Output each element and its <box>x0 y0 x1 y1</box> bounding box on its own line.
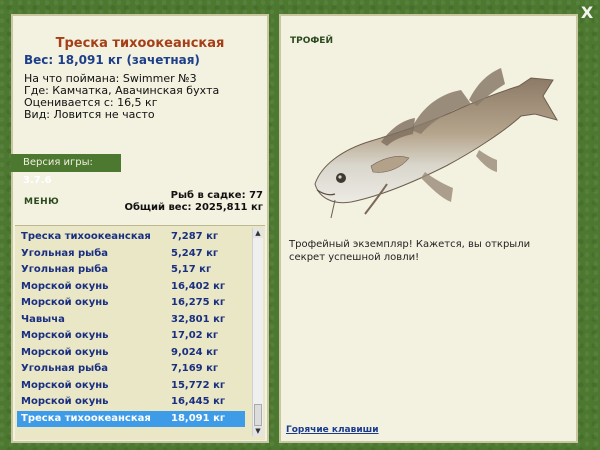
menu-button[interactable]: МЕНЮ <box>24 197 59 207</box>
catch-weight: 5,17 кг <box>171 264 212 275</box>
catch-weight: 15,772 кг <box>171 379 226 391</box>
catch-list-item[interactable]: Угольная рыба 5,247 кг <box>17 246 245 262</box>
catch-weight: 18,091 кг <box>171 412 226 424</box>
version-badge: Версия игры: 3.7.6 <box>11 154 121 186</box>
catch-info-panel: Треска тихоокеанская Вес: 18,091 кг (зач… <box>11 14 269 443</box>
catch-list-item[interactable]: Угольная рыба 5,17 кг <box>17 262 245 278</box>
catch-list[interactable]: Треска тихоокеанская 7,287 кг Угольная р… <box>15 225 265 440</box>
catch-name: Угольная рыба <box>21 264 108 275</box>
fish-weight: Вес: 18,091 кг (зачетная) <box>24 53 200 67</box>
catch-name: Треска тихоокеанская <box>21 231 151 242</box>
scroll-down-arrow-icon[interactable]: ▼ <box>253 426 263 436</box>
fish-illustration <box>314 68 559 219</box>
trophy-message: Трофейный экземпляр! Кажется, вы открыли… <box>289 239 531 263</box>
catch-list-item[interactable]: Морской окунь 16,445 кг <box>17 394 245 410</box>
catch-weight: 16,275 кг <box>171 297 226 308</box>
catch-list-item[interactable]: Морской окунь 16,275 кг <box>17 295 245 311</box>
list-scrollbar[interactable]: ▲ ▼ <box>252 228 263 436</box>
catch-list-item[interactable]: Морской окунь 9,024 кг <box>17 345 245 361</box>
version-label: Версия игры: <box>23 157 93 168</box>
catch-weight: 32,801 кг <box>171 313 226 325</box>
catch-name: Угольная рыба <box>21 247 108 259</box>
catch-list-item[interactable]: Чавыча 32,801 кг <box>17 312 245 328</box>
catch-list-item-selected[interactable]: Треска тихоокеанская 18,091 кг <box>17 410 245 427</box>
catch-name: Угольная рыба <box>21 363 108 374</box>
trophy-panel: ТРОФЕЙ Трофейный экземпляр! Кажется, вы … <box>279 14 578 443</box>
catch-weight: 16,402 кг <box>171 280 226 292</box>
catch-name: Морской окунь <box>21 379 109 391</box>
catch-weight: 7,287 кг <box>171 231 219 242</box>
fish-name: Треска тихоокеанская <box>55 36 225 51</box>
catch-name: Морской окунь <box>21 396 109 407</box>
catch-name: Треска тихоокеанская <box>21 412 151 424</box>
catch-name: Морской окунь <box>21 330 109 341</box>
scrollbar-thumb[interactable] <box>254 404 262 426</box>
catch-list-item[interactable]: Угольная рыба 7,169 кг <box>17 361 245 377</box>
catch-weight: 7,169 кг <box>171 363 219 374</box>
close-button[interactable]: X <box>578 4 596 22</box>
version-value: 3.7.6 <box>23 175 52 186</box>
catch-name: Морской окунь <box>21 297 109 308</box>
catch-name: Чавыча <box>21 313 65 325</box>
catch-weight: 9,024 кг <box>171 346 219 358</box>
total-weight: Общий вес: 2025,811 кг <box>124 202 263 213</box>
catch-name: Морской окунь <box>21 346 109 358</box>
catch-weight: 5,247 кг <box>171 247 219 259</box>
catch-list-item[interactable]: Морской окунь 16,402 кг <box>17 279 245 295</box>
catch-weight: 16,445 кг <box>171 396 226 407</box>
fish-count: Рыб в садке: 77 <box>170 190 263 201</box>
info-rarity: Вид: Ловится не часто <box>24 108 155 121</box>
catch-list-item[interactable]: Морской окунь 17,02 кг <box>17 328 245 344</box>
catch-list-item[interactable]: Треска тихоокеанская 7,287 кг <box>17 229 245 245</box>
catch-name: Морской окунь <box>21 280 109 292</box>
catch-weight: 17,02 кг <box>171 330 219 341</box>
scroll-up-arrow-icon[interactable]: ▲ <box>253 228 263 238</box>
hotkeys-link[interactable]: Горячие клавиши <box>286 425 379 435</box>
catch-list-item[interactable]: Морской окунь 15,772 кг <box>17 378 245 394</box>
